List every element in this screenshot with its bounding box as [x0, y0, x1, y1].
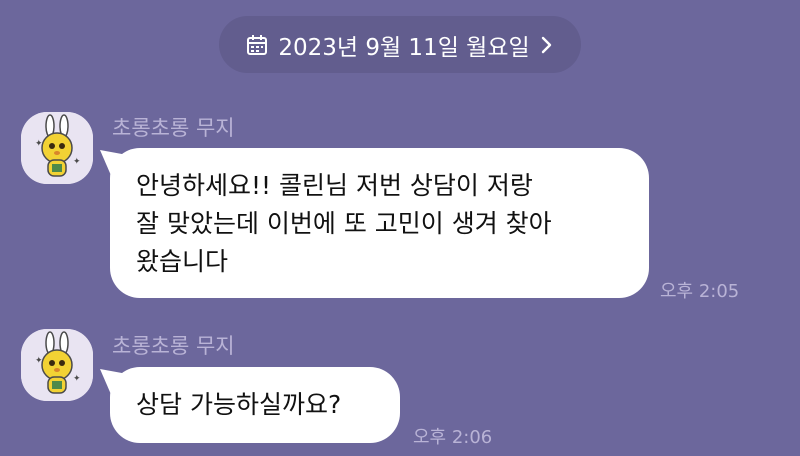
message-line: 왔습니다: [136, 247, 229, 276]
message-line: 안녕하세요!! 콜린님 저번 상담이 저랑: [136, 171, 533, 200]
muzi-avatar-icon: ✦ ✦: [21, 112, 93, 184]
calendar-icon: [246, 34, 268, 56]
sender-name: 초롱초롱 무지: [112, 116, 235, 140]
avatar[interactable]: ✦ ✦: [21, 112, 93, 184]
avatar[interactable]: ✦ ✦: [21, 329, 93, 401]
message-time: 오후 2:05: [660, 281, 740, 302]
message-bubble[interactable]: 상담 가능하실까요?: [110, 367, 400, 443]
muzi-avatar-icon: ✦ ✦: [21, 329, 93, 401]
sender-name: 초롱초롱 무지: [112, 334, 235, 358]
svg-text:✦: ✦: [35, 356, 43, 366]
svg-text:✦: ✦: [73, 157, 81, 167]
message-line: 잘 맞았는데 이번에 또 고민이 생겨 찾아: [136, 209, 552, 238]
date-divider[interactable]: 2023년 9월 11일 월요일: [219, 16, 581, 73]
chevron-right-icon: [540, 35, 554, 55]
message-time: 오후 2:06: [413, 427, 493, 448]
svg-text:✦: ✦: [35, 139, 43, 149]
date-label: 2023년 9월 11일 월요일: [278, 34, 530, 61]
message-line: 상담 가능하실까요?: [136, 390, 342, 419]
message-bubble[interactable]: 안녕하세요!! 콜린님 저번 상담이 저랑 잘 맞았는데 이번에 또 고민이 생…: [110, 148, 649, 298]
svg-text:✦: ✦: [73, 374, 81, 384]
